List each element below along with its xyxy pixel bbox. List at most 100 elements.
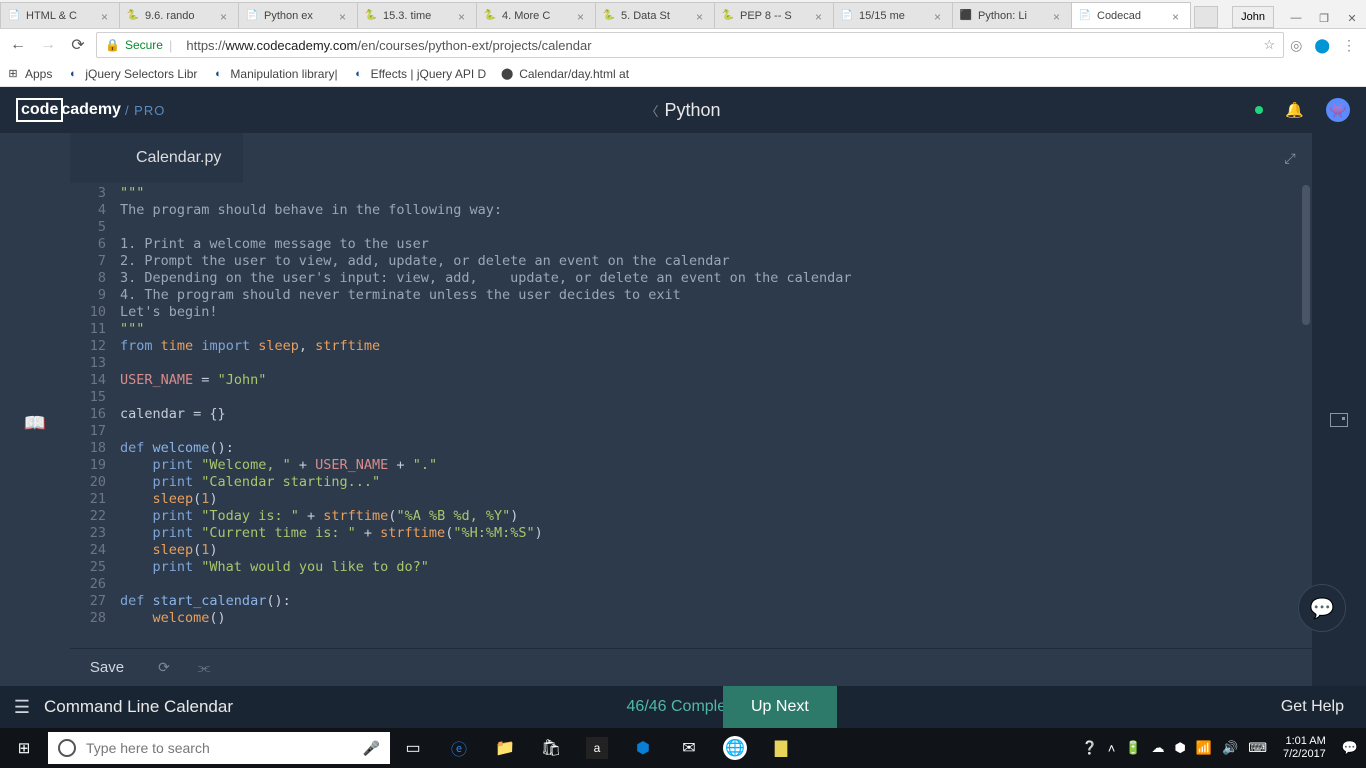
windows-taskbar: ⊞ Type here to search 🎤 ▭ ⓔ 📁 🛍 a ⬢ ✉ 🌐 … — [0, 728, 1366, 768]
expand-icon[interactable]: ⤢ — [1268, 133, 1312, 183]
minimize-icon[interactable]: — — [1282, 8, 1310, 28]
course-name: Python — [664, 100, 720, 120]
chrome-icon[interactable]: 🌐 — [723, 736, 747, 760]
notes-icon[interactable]: ▇ — [758, 728, 804, 768]
chat-fab[interactable]: 💬 — [1298, 584, 1346, 632]
jquery-icon: ◐ — [211, 67, 225, 81]
tab-close-icon[interactable]: × — [934, 10, 946, 22]
forward-button[interactable]: → — [36, 33, 60, 57]
tab-close-icon[interactable]: × — [1053, 10, 1065, 22]
chrome-user-badge[interactable]: John — [1232, 6, 1274, 28]
new-tab-button[interactable] — [1194, 6, 1218, 28]
browser-tab[interactable]: 📄15/15 me× — [833, 2, 953, 28]
mail-icon[interactable]: ✉ — [666, 728, 712, 768]
logo-box: code — [16, 98, 63, 122]
edge-icon[interactable]: ⓔ — [436, 728, 482, 768]
tab-close-icon[interactable]: × — [458, 10, 470, 22]
get-help-button[interactable]: Get Help — [1259, 698, 1366, 716]
back-button[interactable]: ← — [6, 33, 30, 57]
address-bar: ← → ⟳ 🔒Secure | https://www.codecademy.c… — [0, 29, 1366, 61]
header-breadcrumb[interactable]: 〈Python — [645, 100, 720, 121]
battery-icon[interactable]: 🔋 — [1125, 740, 1141, 756]
lesson-title: Command Line Calendar — [44, 697, 233, 717]
start-button[interactable]: ⊞ — [0, 728, 48, 768]
mic-icon[interactable]: 🎤 — [363, 740, 380, 757]
close-icon[interactable]: ✕ — [1338, 8, 1366, 28]
bookmark-apps[interactable]: ⊞Apps — [6, 67, 52, 81]
onedrive-icon[interactable]: ☁ — [1151, 740, 1164, 756]
bookmark-label: Calendar/day.html at — [519, 67, 629, 81]
tab-close-icon[interactable]: × — [696, 10, 708, 22]
secure-label: Secure — [125, 38, 163, 52]
favicon: 🐍 — [602, 9, 616, 23]
store-icon[interactable]: 🛍 — [528, 728, 574, 768]
browser-tab[interactable]: 🐍5. Data St× — [595, 2, 715, 28]
browser-tab-active[interactable]: 📄Codecad× — [1071, 2, 1191, 28]
dropbox-icon[interactable]: ⬢ — [620, 728, 666, 768]
avatar[interactable]: 👾 — [1326, 98, 1350, 122]
dropbox-tray-icon[interactable]: ⬢ — [1174, 740, 1185, 756]
tray-chevron-icon[interactable]: ˄ — [1108, 741, 1116, 756]
browser-tab[interactable]: 📄Python ex× — [238, 2, 358, 28]
menu-icon[interactable]: ⋮ — [1342, 37, 1356, 54]
lock-icon: 🔒 — [105, 38, 120, 52]
taskview-icon[interactable]: ▭ — [390, 728, 436, 768]
refresh-icon[interactable]: ⟳ — [144, 659, 184, 676]
tab-close-icon[interactable]: × — [577, 10, 589, 22]
search-box[interactable]: Type here to search 🎤 — [48, 732, 390, 764]
bookmark-item[interactable]: ◐jQuery Selectors Libr — [66, 67, 197, 81]
logo-pro-badge: / PRO — [125, 103, 165, 118]
code-editor[interactable]: 34567891011121314151617▾1819202122232425… — [70, 183, 1312, 648]
star-icon[interactable]: ☆ — [1263, 37, 1275, 53]
browser-tab[interactable]: 📄HTML & C× — [0, 2, 120, 28]
reload-button[interactable]: ⟳ — [66, 33, 90, 57]
code-area[interactable]: """The program should behave in the foll… — [114, 183, 1312, 648]
favicon: 🐍 — [721, 9, 735, 23]
cortana-icon — [58, 739, 76, 757]
restore-icon[interactable]: ❐ — [1310, 8, 1338, 28]
book-icon[interactable]: 📖 — [24, 413, 46, 434]
keyboard-icon[interactable]: ⌨ — [1248, 740, 1267, 756]
extension-icon[interactable]: ◎ — [1290, 37, 1302, 54]
browser-tab[interactable]: 🐍PEP 8 -- S× — [714, 2, 834, 28]
wifi-icon[interactable]: 📶 — [1196, 740, 1212, 756]
clock[interactable]: 1:01 AM 7/2/2017 — [1277, 735, 1332, 761]
hp-icon[interactable]: ⬤ — [1314, 37, 1330, 54]
scrollbar[interactable] — [1302, 185, 1310, 325]
bookmark-label: Manipulation library| — [230, 67, 337, 81]
explorer-icon[interactable]: 📁 — [482, 728, 528, 768]
tab-title: 15/15 me — [859, 10, 931, 22]
browser-tab[interactable]: 🐍9.6. rando× — [119, 2, 239, 28]
tab-close-icon[interactable]: × — [1172, 10, 1184, 22]
volume-icon[interactable]: 🔊 — [1222, 740, 1238, 756]
apps-icon: ⊞ — [6, 67, 20, 81]
bell-icon[interactable]: 🔔 — [1285, 101, 1304, 119]
notifications-icon[interactable]: 💬 — [1342, 740, 1358, 756]
tab-close-icon[interactable]: × — [339, 10, 351, 22]
browser-tab[interactable]: 🐍4. More C× — [476, 2, 596, 28]
bookmark-item[interactable]: ⬤Calendar/day.html at — [500, 67, 629, 81]
app-header: code cademy / PRO 〈Python 🔔 👾 — [0, 87, 1366, 133]
bookmark-label: Effects | jQuery API D — [371, 67, 487, 81]
menu-icon[interactable]: ☰ — [0, 697, 44, 718]
codecademy-app: code cademy / PRO 〈Python 🔔 👾 📖 Calendar… — [0, 87, 1366, 728]
omnibox[interactable]: 🔒Secure | https://www.codecademy.com/en/… — [96, 32, 1284, 58]
tab-close-icon[interactable]: × — [815, 10, 827, 22]
up-next-button[interactable]: Up Next — [723, 686, 837, 728]
amazon-icon[interactable]: a — [586, 737, 608, 759]
line-gutter: 34567891011121314151617▾1819202122232425… — [70, 183, 114, 648]
tab-close-icon[interactable]: × — [101, 10, 113, 22]
help-icon[interactable]: ❔ — [1082, 740, 1098, 756]
save-button[interactable]: Save — [70, 649, 144, 687]
logo[interactable]: code cademy / PRO — [16, 98, 165, 122]
bookmark-item[interactable]: ◐Effects | jQuery API D — [352, 67, 487, 81]
bookmark-item[interactable]: ◐ Manipulation library| — [211, 67, 337, 81]
browser-tab[interactable]: ⬛Python: Li× — [952, 2, 1072, 28]
tab-close-icon[interactable]: × — [220, 10, 232, 22]
share-icon[interactable]: ⫘ — [184, 659, 224, 676]
file-tab[interactable]: Calendar.py — [114, 133, 243, 183]
favicon: ⬛ — [959, 9, 973, 23]
left-rail: 📖 — [0, 133, 70, 686]
browser-tab[interactable]: 🐍15.3. time× — [357, 2, 477, 28]
terminal-icon[interactable] — [1330, 413, 1348, 427]
